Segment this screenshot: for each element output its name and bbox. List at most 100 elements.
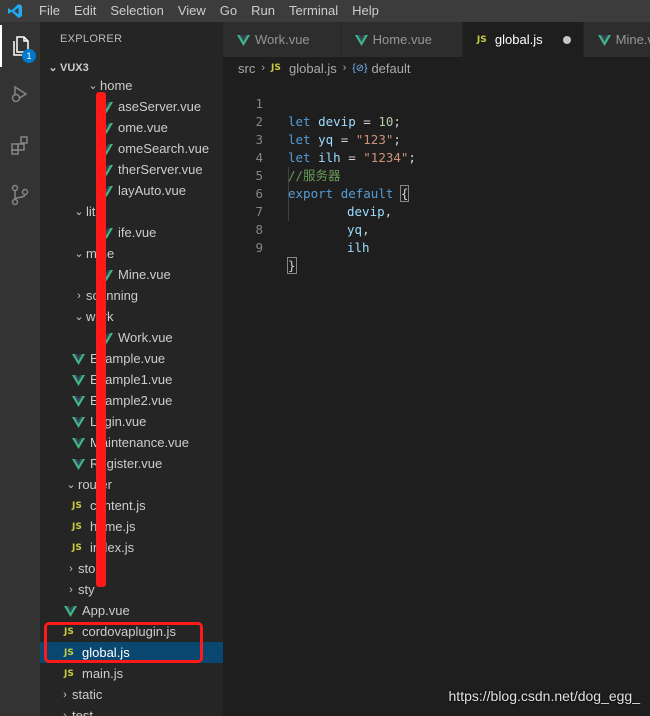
- code-editor[interactable]: 1 let devip = 10; 2 let yq = "123"; 3 le…: [223, 77, 650, 716]
- tree-item-label: aseServer.vue: [118, 99, 202, 114]
- chevron-down-icon: ⌄: [74, 206, 84, 218]
- source-control-icon: [11, 184, 29, 206]
- tree-folder[interactable]: ⌄ router: [40, 474, 223, 495]
- editor-tabs: Work.vue Home.vue JS global.js Mine.vue: [223, 22, 650, 57]
- tab-label: Work.vue: [255, 32, 310, 47]
- tree-item-label: App.vue: [82, 603, 130, 618]
- code-line: 5 export default {: [223, 149, 650, 202]
- editor-tab[interactable]: JS global.js: [462, 22, 584, 57]
- menu-edit[interactable]: Edit: [67, 0, 103, 22]
- chevron-down-icon: ⌄: [74, 311, 84, 323]
- tree-file[interactable]: Register.vue: [40, 453, 223, 474]
- red-annotation-box: [44, 622, 203, 663]
- menu-help[interactable]: Help: [345, 0, 386, 22]
- tree-file[interactable]: Work.vue: [40, 327, 223, 348]
- tree-folder[interactable]: ⌄mine: [40, 243, 223, 264]
- js-file-icon: JS: [72, 542, 82, 553]
- source-control-activity-button[interactable]: [0, 174, 40, 216]
- tree-item-label: lit: [86, 204, 96, 219]
- tree-file[interactable]: Maintenance.vue: [40, 432, 223, 453]
- tree-file[interactable]: Mine.vue: [40, 264, 223, 285]
- js-file-icon: JS: [72, 521, 82, 532]
- tree-folder[interactable]: ⌄work: [40, 306, 223, 327]
- chevron-right-icon: ›: [69, 562, 73, 575]
- js-file-icon: JS: [271, 63, 281, 73]
- watermark: https://blog.csdn.net/dog_egg_: [448, 688, 640, 704]
- explorer-activity-button[interactable]: 1: [0, 25, 40, 67]
- red-annotation-stroke: [96, 92, 106, 587]
- tree-item-label: sty: [78, 582, 95, 597]
- code-line: 7 yq,: [223, 185, 650, 237]
- js-file-icon: JS: [72, 500, 82, 511]
- menu-view[interactable]: View: [171, 0, 213, 22]
- explorer-badge: 1: [22, 49, 36, 63]
- vue-file-icon: [72, 395, 85, 407]
- tree-file[interactable]: ife.vue: [40, 222, 223, 243]
- editor-tab[interactable]: Mine.vue: [583, 22, 650, 57]
- token: }: [287, 257, 297, 274]
- code-line: 1 let devip = 10;: [223, 77, 650, 129]
- vue-file-icon: [72, 353, 85, 365]
- tree-file[interactable]: Example2.vue: [40, 390, 223, 411]
- tree-item-label: omeSearch.vue: [118, 141, 210, 156]
- tree-folder[interactable]: › test: [40, 705, 223, 716]
- tree-item-label: Work.vue: [118, 330, 173, 345]
- tree-file[interactable]: JS index.js: [40, 537, 223, 558]
- run-debug-activity-button[interactable]: [0, 73, 40, 115]
- breadcrumb: src › JS global.js › {⊘} default: [223, 57, 650, 79]
- code-line: 2 let yq = "123";: [223, 95, 650, 147]
- breadcrumb-folder[interactable]: src: [238, 61, 255, 76]
- code-line: 3 let ilh = "1234";: [223, 113, 650, 165]
- vue-file-icon: [72, 416, 85, 428]
- menu-file[interactable]: File: [32, 0, 67, 22]
- tree-file[interactable]: aseServer.vue: [40, 96, 223, 117]
- tree-item-label: router: [78, 477, 112, 492]
- tree-file[interactable]: Login.vue: [40, 411, 223, 432]
- tree-file[interactable]: App.vue: [40, 600, 223, 621]
- tree-file[interactable]: Example1.vue: [40, 369, 223, 390]
- menu-terminal[interactable]: Terminal: [282, 0, 345, 22]
- breadcrumb-file[interactable]: global.js: [289, 61, 337, 76]
- tree-file[interactable]: ome.vue: [40, 117, 223, 138]
- token: ilh: [347, 240, 370, 255]
- tree-file[interactable]: layAuto.vue: [40, 180, 223, 201]
- unsaved-dot-icon: [562, 35, 571, 44]
- debug-icon: [11, 85, 28, 103]
- tree-file[interactable]: JS main.js: [40, 663, 223, 684]
- extensions-activity-button[interactable]: [0, 125, 40, 167]
- code-line: 6 devip,: [223, 167, 650, 219]
- vue-file-icon: [237, 34, 250, 46]
- tree-folder[interactable]: › static: [40, 684, 223, 705]
- tree-file[interactable]: Example.vue: [40, 348, 223, 369]
- tree-item-label: ife.vue: [118, 225, 157, 240]
- editor-tab[interactable]: Home.vue: [340, 22, 463, 57]
- editor-tab[interactable]: Work.vue: [223, 22, 341, 57]
- tree-item-label: scanning: [86, 288, 139, 303]
- menu-selection[interactable]: Selection: [103, 0, 170, 22]
- tree-folder[interactable]: ⌄ home: [40, 75, 223, 96]
- chevron-right-icon: ›: [342, 62, 347, 74]
- tree-folder[interactable]: › sto: [40, 558, 223, 579]
- explorer-title: EXPLORER: [60, 33, 123, 45]
- chevron-right-icon: ›: [63, 709, 67, 716]
- tab-label: Home.vue: [372, 32, 432, 47]
- menu-run[interactable]: Run: [244, 0, 282, 22]
- tree-file[interactable]: therServer.vue: [40, 159, 223, 180]
- vscode-logo-icon: [4, 0, 26, 22]
- tree-file[interactable]: JS home.js: [40, 516, 223, 537]
- tree-item-label: test: [72, 708, 93, 716]
- tree-folder[interactable]: › sty: [40, 579, 223, 600]
- code-line: 8 ilh: [223, 203, 650, 255]
- tree-folder[interactable]: › scanning: [40, 285, 223, 306]
- tree-file[interactable]: JS content.js: [40, 495, 223, 516]
- tree-file[interactable]: omeSearch.vue: [40, 138, 223, 159]
- breadcrumb-symbol[interactable]: default: [371, 61, 410, 76]
- vue-file-icon: [72, 437, 85, 449]
- tree-item-label: sto: [78, 561, 96, 576]
- tree-folder[interactable]: ⌄ lit: [40, 201, 223, 222]
- menu-go[interactable]: Go: [213, 0, 244, 22]
- tree-item-label: layAuto.vue: [118, 183, 186, 198]
- activity-bar: 1: [0, 22, 40, 716]
- tree-item-label: static: [72, 687, 103, 702]
- vue-file-icon: [597, 34, 611, 46]
